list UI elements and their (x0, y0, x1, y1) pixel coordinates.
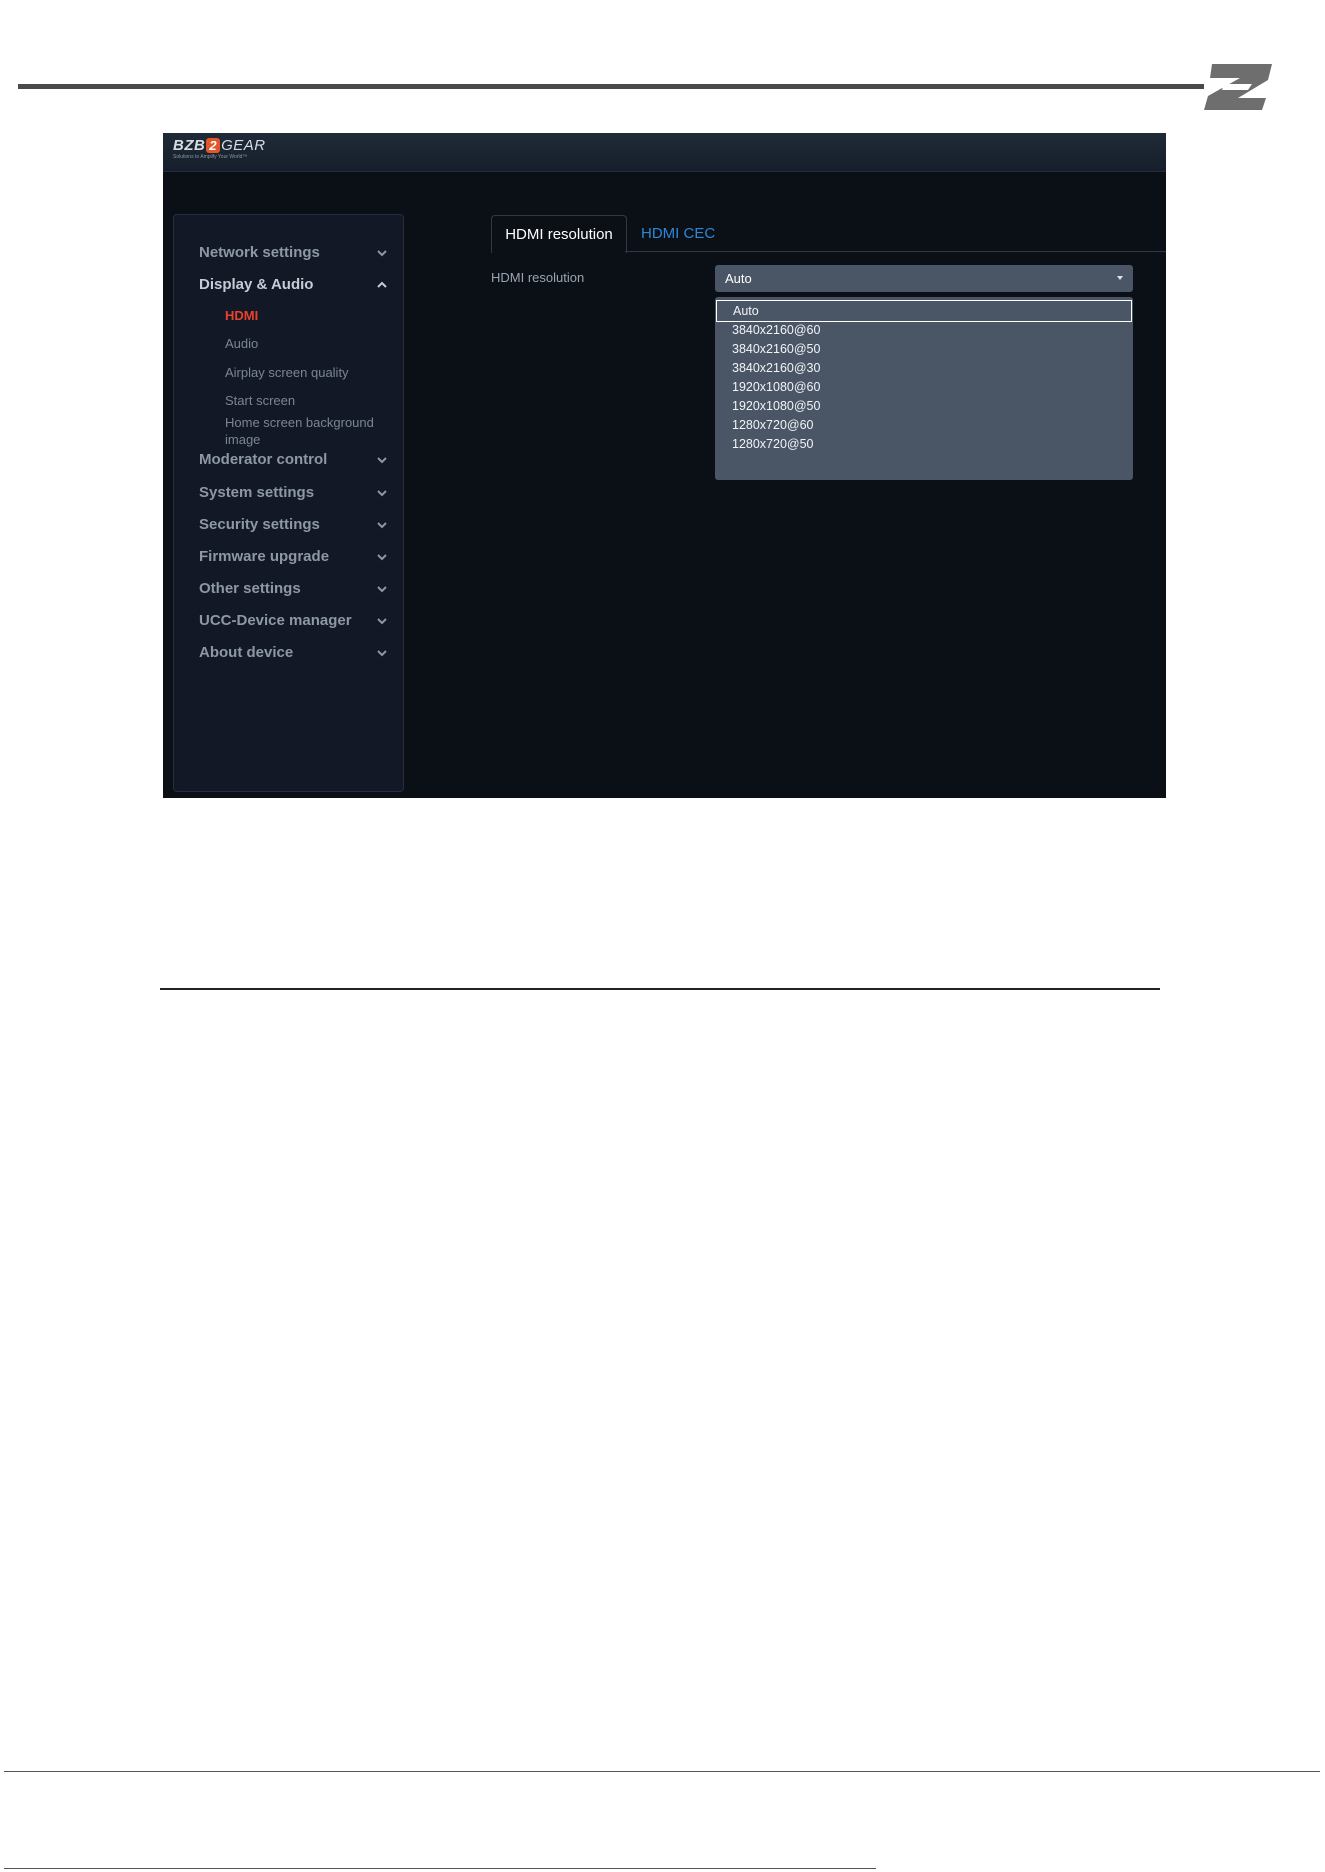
tab-hdmi-resolution[interactable]: HDMI resolution (491, 215, 627, 253)
caret-down-icon (1117, 276, 1123, 280)
sidebar-item-security-settings[interactable]: Security settings (199, 513, 389, 537)
sidebar-subitem-home-screen-background[interactable]: Home screen background image (225, 414, 385, 448)
sidebar-item-display-audio[interactable]: Display & Audio (199, 273, 389, 297)
sidebar-item-other-settings[interactable]: Other settings (199, 577, 389, 601)
footer-rule-short (4, 1868, 876, 1869)
sidebar-subitem-start-screen[interactable]: Start screen (225, 392, 395, 409)
brand-logo: BZB 2 GEAR (173, 137, 266, 154)
web-ui-screenshot: BZB 2 GEAR Solutions to Amplify Your World… (163, 133, 1166, 798)
sidebar-item-ucc-device-manager[interactable]: UCC-Device manager (199, 609, 389, 633)
bzbgear-corner-logo-icon (1204, 64, 1272, 110)
sidebar-item-about-device[interactable]: About device (199, 641, 389, 665)
chevron-down-icon (377, 554, 387, 561)
chevron-down-icon (377, 522, 387, 529)
tab-underline (625, 251, 1166, 252)
sidebar-item-moderator-control[interactable]: Moderator control (199, 448, 389, 472)
sidebar-subitem-hdmi[interactable]: HDMI (225, 307, 395, 324)
sidebar-subitem-airplay-screen-quality[interactable]: Airplay screen quality (225, 364, 395, 381)
chevron-down-icon (377, 457, 387, 464)
resolution-dropdown-menu: Auto 3840x2160@60 3840x2160@50 3840x2160… (715, 297, 1133, 480)
sidebar: Network settings Display & Audio HDMI Au… (173, 214, 404, 792)
chevron-down-icon (377, 650, 387, 657)
select-value: Auto (725, 271, 752, 286)
tab-hdmi-cec[interactable]: HDMI CEC (641, 215, 715, 252)
footer-rule (4, 1771, 1320, 1772)
chevron-up-icon (377, 281, 387, 288)
header-rule (18, 84, 1204, 89)
section-divider (160, 988, 1160, 990)
dropdown-option[interactable]: 1280x720@50 (715, 433, 1133, 455)
sidebar-item-firmware-upgrade[interactable]: Firmware upgrade (199, 545, 389, 569)
chevron-down-icon (377, 490, 387, 497)
chevron-down-icon (377, 586, 387, 593)
chevron-down-icon (377, 618, 387, 625)
hdmi-resolution-label: HDMI resolution (491, 270, 585, 285)
sidebar-item-network-settings[interactable]: Network settings (199, 241, 389, 265)
sidebar-item-system-settings[interactable]: System settings (199, 481, 389, 505)
chevron-down-icon (377, 250, 387, 257)
brand-tagline: Solutions to Amplify Your World™ (173, 154, 248, 160)
top-bar: BZB 2 GEAR Solutions to Amplify Your World… (163, 133, 1166, 172)
hdmi-resolution-select[interactable]: Auto (715, 265, 1133, 292)
sidebar-subitem-audio[interactable]: Audio (225, 335, 395, 352)
